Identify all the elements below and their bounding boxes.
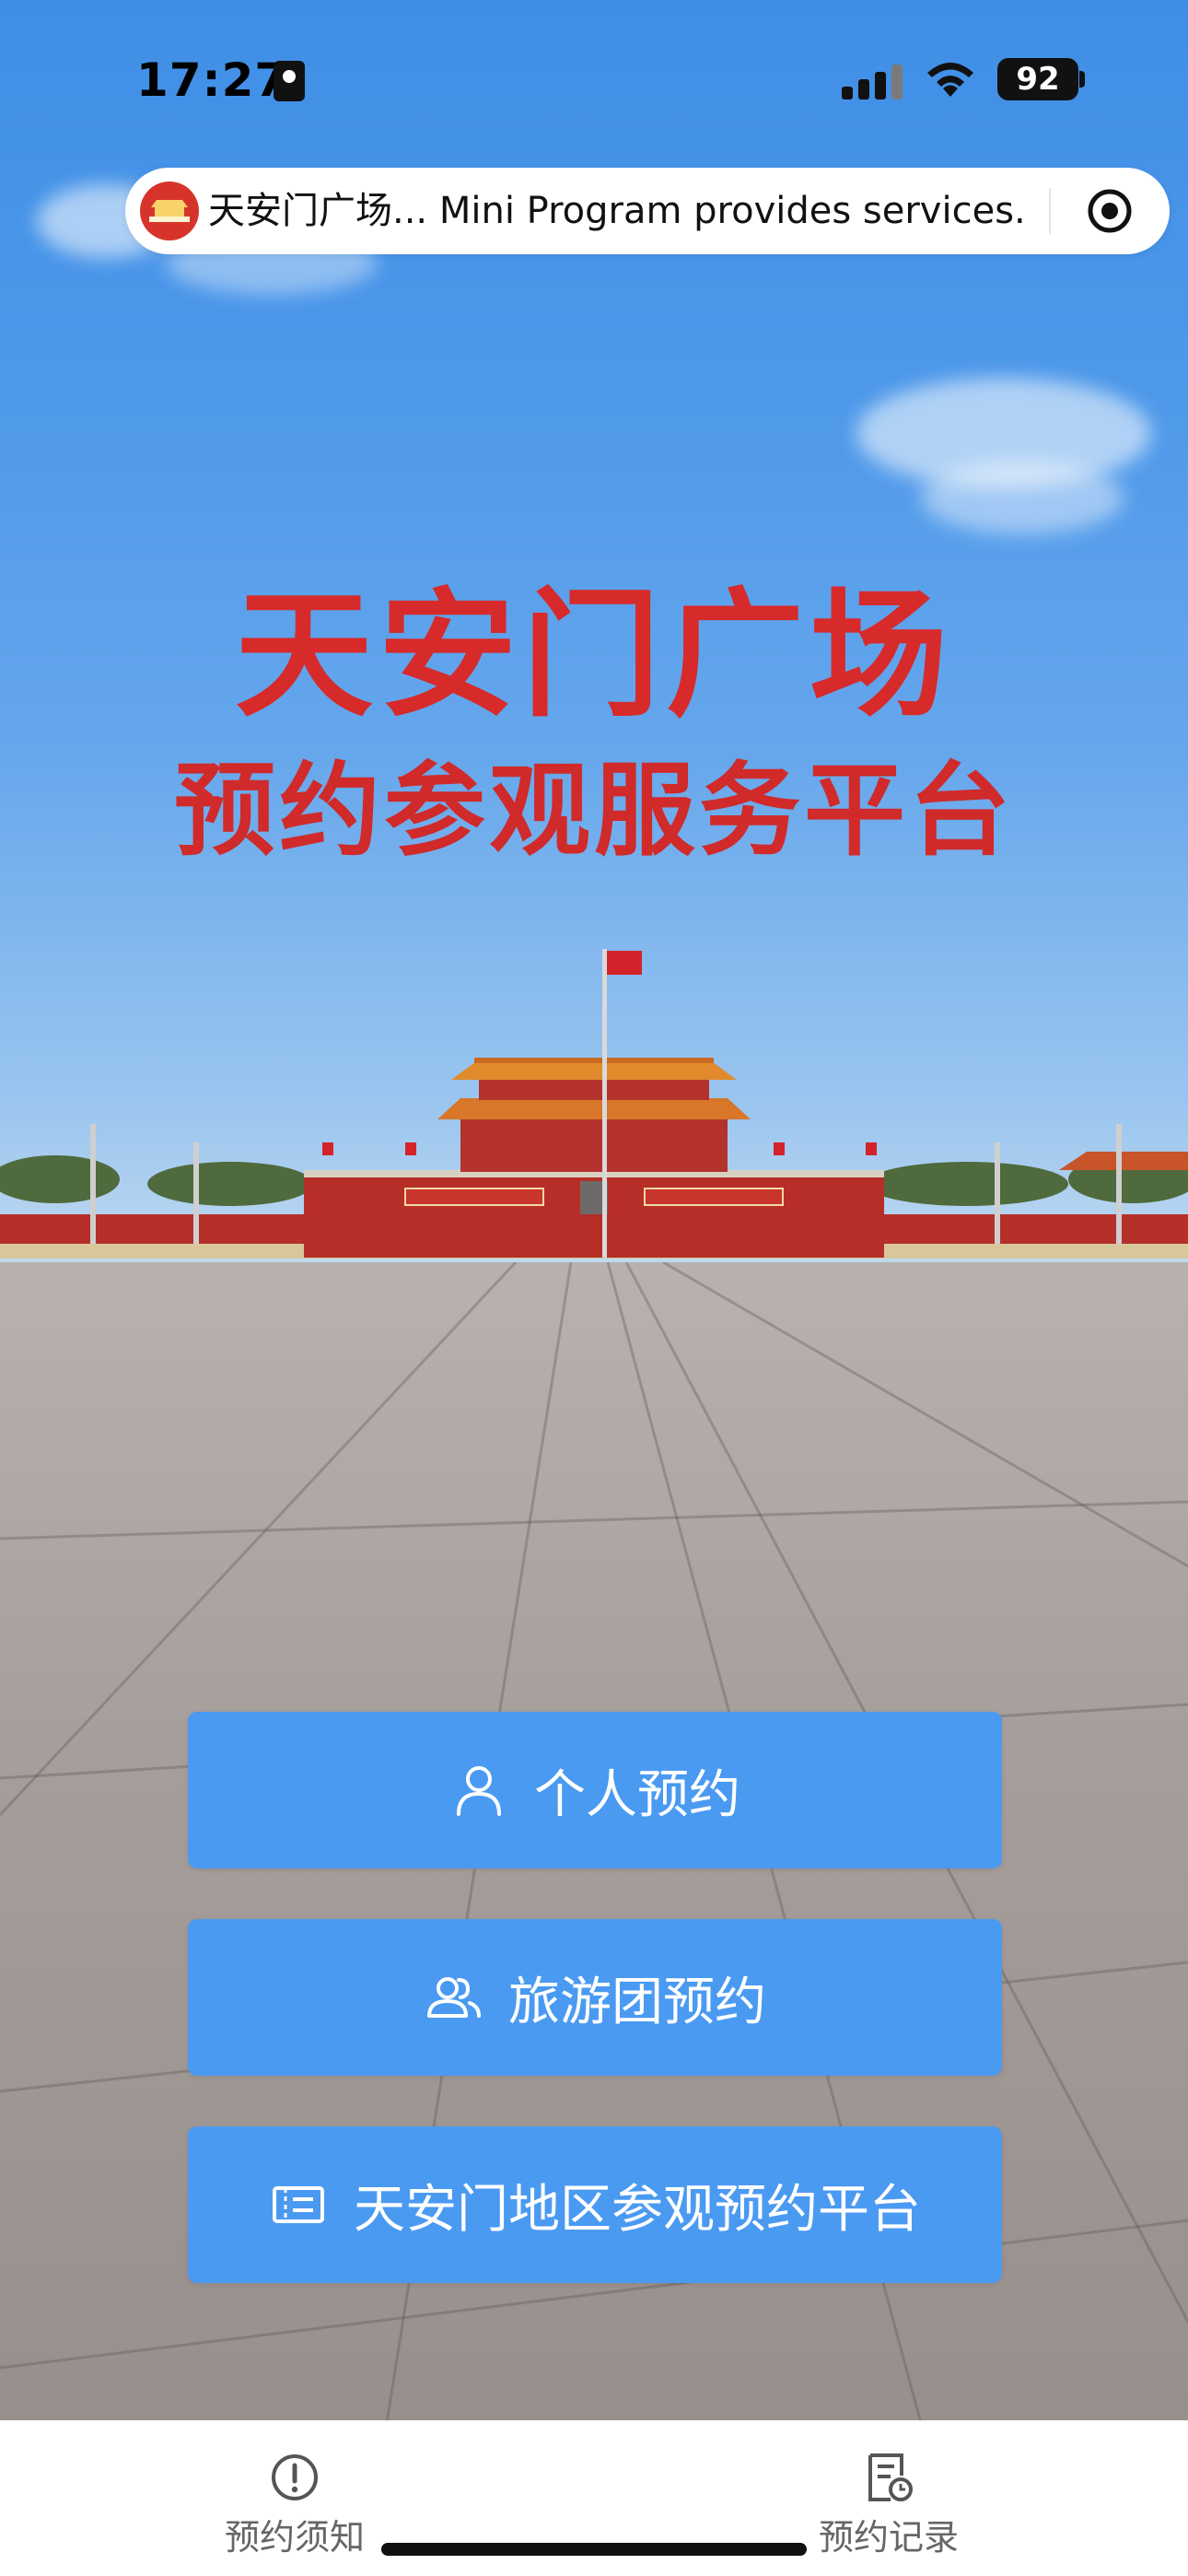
- battery-level: 92: [1016, 61, 1060, 98]
- tour-group-reservation-label: 旅游团预约: [508, 1972, 766, 2032]
- tiananmen-logo-icon: [140, 181, 199, 240]
- personal-reservation-button[interactable]: 个人预约: [188, 1712, 1002, 1868]
- id-card-icon: [274, 61, 305, 101]
- tab-reservation-notice-label: 预约须知: [224, 2517, 365, 2558]
- page-subtitle: 预约参观服务平台: [174, 752, 1014, 870]
- target-icon[interactable]: [1086, 187, 1134, 235]
- tiananmen-gate-illustration: [0, 949, 1188, 1259]
- personal-reservation-label: 个人预约: [534, 1764, 740, 1825]
- status-time: 17:27: [136, 53, 288, 107]
- screen: 17:27 92 天安门广场... Mini Program provides: [0, 0, 1188, 2576]
- signal-icon: [842, 63, 903, 100]
- mini-program-notice-bar[interactable]: 天安门广场... Mini Program provides services.: [125, 168, 1170, 254]
- tiananmen-area-platform-label: 天安门地区参观预约平台: [354, 2179, 921, 2240]
- person-icon: [457, 1766, 501, 1816]
- tab-reservation-notice[interactable]: 预约须知: [157, 2420, 433, 2559]
- exclamation-circle-icon: [272, 2454, 318, 2500]
- home-indicator: [381, 2543, 807, 2556]
- tour-group-reservation-button[interactable]: 旅游团预约: [188, 1919, 1002, 2076]
- ticket-icon: [273, 2186, 324, 2223]
- battery-icon: 92: [997, 58, 1078, 100]
- status-bar: 17:27 92: [0, 0, 1188, 157]
- wifi-icon: [927, 63, 973, 97]
- mini-program-notice-text: 天安门广场... Mini Program provides services.: [208, 190, 1026, 232]
- tab-reservation-records[interactable]: 预约记录: [751, 2420, 1027, 2559]
- tiananmen-area-platform-button[interactable]: 天安门地区参观预约平台: [188, 2126, 1002, 2283]
- page-title: 天安门广场: [234, 576, 953, 736]
- record-list-icon: [868, 2453, 913, 2501]
- bottom-tab-bar: 预约须知 预约记录: [0, 2420, 1188, 2576]
- tab-reservation-records-label: 预约记录: [818, 2517, 959, 2558]
- capsule-divider: [1049, 188, 1051, 234]
- battery-tip: [1079, 71, 1085, 88]
- group-icon: [427, 1977, 481, 2018]
- cloud: [921, 461, 1124, 534]
